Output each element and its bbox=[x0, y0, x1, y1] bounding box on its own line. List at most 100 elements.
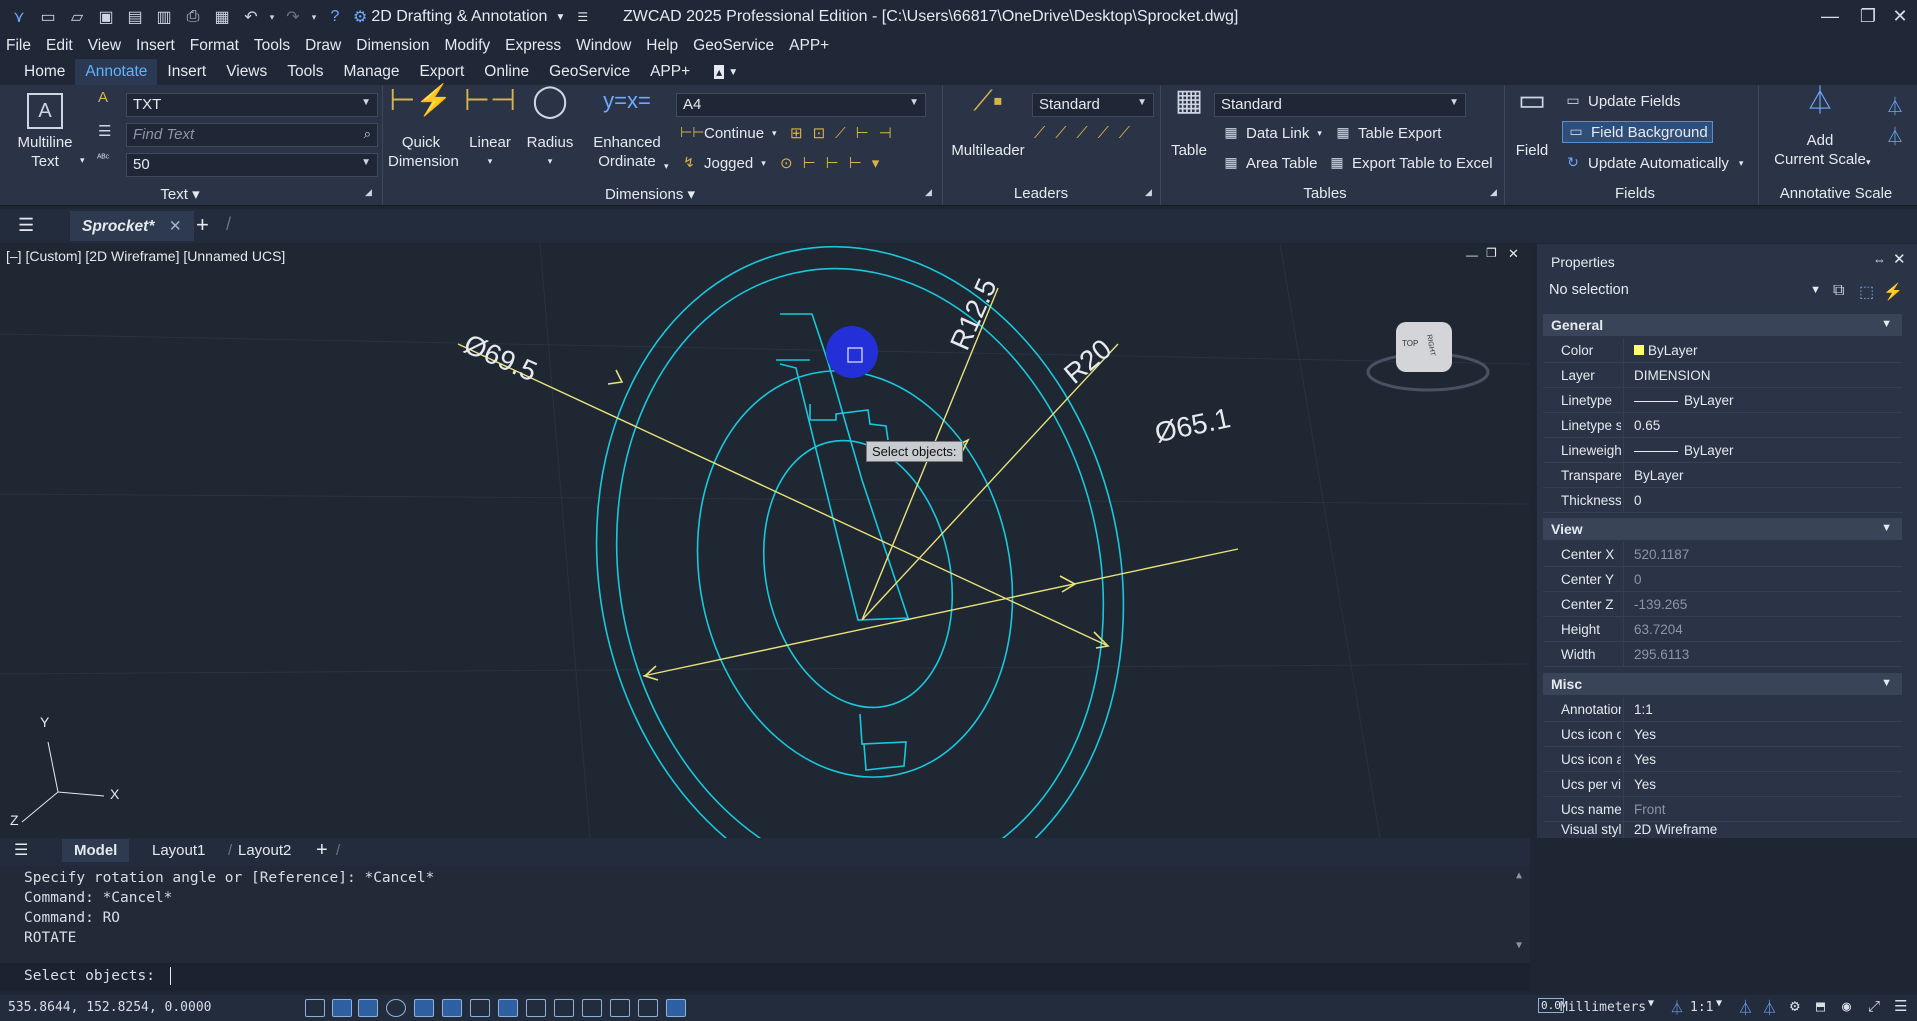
prop-row-color[interactable]: Color ByLayer bbox=[1543, 338, 1902, 363]
collapse-icon[interactable]: ▼ bbox=[1881, 677, 1892, 689]
selection-dropdown[interactable]: No selection ▼ bbox=[1545, 280, 1825, 304]
workspace-dropdown-icon[interactable]: ▼ bbox=[555, 12, 565, 23]
drawing-viewport[interactable]: [–] [Custom] [2D Wireframe] [Unnamed UCS… bbox=[0, 244, 1530, 838]
prop-value[interactable]: Yes bbox=[1623, 747, 1902, 771]
panel-launcher-icon[interactable]: ◢ bbox=[1490, 187, 1497, 198]
undo-dropdown-icon[interactable]: ▾ bbox=[267, 4, 277, 30]
leader-style-select[interactable]: Standard ▼ bbox=[1032, 93, 1154, 117]
table-button[interactable]: ▦ Table bbox=[1164, 86, 1214, 160]
prop-row-height[interactable]: Height 63.7204 bbox=[1543, 617, 1902, 642]
multileader-button[interactable]: ⟋▪ Multileader bbox=[946, 87, 1030, 160]
save-all-icon[interactable]: ▥ bbox=[151, 4, 177, 30]
tab-online[interactable]: Online bbox=[474, 59, 539, 85]
prop-row-lineweight[interactable]: Lineweight ByLayer bbox=[1543, 438, 1902, 463]
text-style-select[interactable]: TXT ▼ bbox=[126, 93, 378, 117]
find-text-input[interactable]: Find Text ⌕ bbox=[126, 123, 378, 147]
annotation-visibility-icon[interactable]: ⏃ bbox=[1738, 997, 1753, 1018]
dimstyle-select[interactable]: A4 ▼ bbox=[676, 93, 926, 117]
annotation-monitor-icon[interactable] bbox=[638, 999, 658, 1017]
prop-value[interactable]: 0 bbox=[1623, 488, 1902, 512]
isolate-objects-icon[interactable]: ◉ bbox=[1842, 997, 1851, 1015]
multiline-dropdown-icon[interactable]: ▾ bbox=[80, 155, 85, 166]
customize-status-icon[interactable] bbox=[666, 999, 686, 1017]
app-logo-icon[interactable]: ⋎ bbox=[6, 4, 32, 30]
table-export-button[interactable]: ▦ Table Export bbox=[1334, 124, 1441, 142]
panel-launcher-icon[interactable]: ◢ bbox=[365, 187, 372, 198]
menu-app-plus[interactable]: APP+ bbox=[789, 37, 829, 55]
auto-scale-icon[interactable]: ⏃ bbox=[1762, 997, 1777, 1018]
continue-button[interactable]: ⊢⊢ Continue ▾ bbox=[680, 124, 777, 142]
dimension-tools-row2[interactable]: ⊙⊢⊢⊢▾ bbox=[780, 154, 889, 172]
clean-screen-icon[interactable]: ⤢ bbox=[1868, 997, 1880, 1015]
command-input[interactable]: Select objects: bbox=[0, 963, 1530, 991]
units-selector[interactable]: Millimeters bbox=[1560, 1000, 1646, 1015]
prop-value[interactable]: 0.65 bbox=[1623, 413, 1902, 437]
auto-hide-icon[interactable]: ⇔ bbox=[1873, 252, 1886, 267]
update-automatically-button[interactable]: ↻ Update Automatically ▾ bbox=[1564, 154, 1743, 172]
prop-row-transparency[interactable]: Transparen... ByLayer bbox=[1543, 463, 1902, 488]
ribbon-minimize-dropdown-icon[interactable]: ▼ bbox=[728, 67, 738, 78]
tab-manage[interactable]: Manage bbox=[333, 59, 409, 85]
tab-model[interactable]: Model bbox=[62, 839, 130, 862]
tab-layout2[interactable]: Layout2 bbox=[238, 842, 291, 859]
toggle-pickadd-icon[interactable]: ⧉ bbox=[1833, 282, 1844, 300]
update-fields-button[interactable]: ▭ Update Fields bbox=[1564, 92, 1680, 110]
section-general[interactable]: General ▼ bbox=[1543, 314, 1902, 336]
prop-value[interactable]: ByLayer bbox=[1623, 463, 1902, 487]
prop-value[interactable]: 1:1 bbox=[1623, 697, 1902, 721]
chevron-down-icon[interactable]: ▼ bbox=[1716, 998, 1722, 1009]
tab-layout1[interactable]: Layout1 bbox=[152, 842, 205, 859]
tables-panel-title[interactable]: Tables bbox=[1290, 185, 1360, 202]
menu-insert[interactable]: Insert bbox=[136, 37, 175, 55]
prop-value[interactable]: ByLayer bbox=[1623, 388, 1902, 412]
prop-value[interactable]: Yes bbox=[1623, 772, 1902, 796]
annotative-scale-panel-title[interactable]: Annotative Scale bbox=[1776, 185, 1896, 202]
prop-row-linetype-scale[interactable]: Linetype sc... 0.65 bbox=[1543, 413, 1902, 438]
section-misc[interactable]: Misc ▼ bbox=[1543, 673, 1902, 695]
menu-format[interactable]: Format bbox=[190, 37, 239, 55]
menu-help[interactable]: Help bbox=[646, 37, 678, 55]
chevron-down-icon[interactable]: ▾ bbox=[462, 152, 518, 171]
print-icon[interactable]: ⎙ bbox=[180, 4, 206, 30]
undo-icon[interactable]: ↶ bbox=[238, 4, 264, 30]
prop-row-annotation-scale[interactable]: Annotation... 1:1 bbox=[1543, 697, 1902, 722]
prop-row-center-x[interactable]: Center X 520.1187 bbox=[1543, 542, 1902, 567]
export-excel-button[interactable]: ▦ Export Table to Excel bbox=[1328, 154, 1492, 172]
redo-icon[interactable]: ↷ bbox=[280, 4, 306, 30]
ortho-icon[interactable] bbox=[358, 999, 378, 1017]
tab-views[interactable]: Views bbox=[216, 59, 277, 85]
dimensions-panel-title[interactable]: Dimensions ▾ bbox=[600, 185, 700, 203]
menu-modify[interactable]: Modify bbox=[444, 37, 490, 55]
lock-ui-icon[interactable]: ⬒ bbox=[1816, 997, 1825, 1015]
workspace-settings-icon[interactable]: ⚙ bbox=[1790, 996, 1800, 1015]
layout-menu-icon[interactable]: ☰ bbox=[14, 840, 28, 860]
enhanced-dropdown-icon[interactable]: ▾ bbox=[664, 161, 669, 172]
quick-dimension-button[interactable]: ⊢⚡ Quick Dimension bbox=[388, 86, 459, 171]
menu-file[interactable]: File bbox=[6, 37, 31, 55]
menu-draw[interactable]: Draw bbox=[305, 37, 341, 55]
add-current-scale-button[interactable]: ⏃ Add Current Scale bbox=[1762, 87, 1878, 169]
tab-sprocket[interactable]: Sprocket* ✕ bbox=[70, 211, 194, 241]
save-as-icon[interactable]: ▤ bbox=[122, 4, 148, 30]
chevron-down-icon[interactable]: ▼ bbox=[1648, 998, 1654, 1009]
workspace-gear-icon[interactable]: ⚙ bbox=[353, 7, 367, 27]
scale-sync-icon[interactable]: ⏃ bbox=[1886, 123, 1904, 149]
close-tab-icon[interactable]: ✕ bbox=[169, 218, 182, 235]
prop-row-layer[interactable]: Layer DIMENSION bbox=[1543, 363, 1902, 388]
prop-row-visual-style[interactable]: Visual style 2D Wireframe bbox=[1543, 822, 1902, 838]
field-button[interactable]: ▭ Field bbox=[1508, 86, 1556, 160]
prop-value[interactable]: ByLayer bbox=[1623, 438, 1902, 462]
tab-export[interactable]: Export bbox=[409, 59, 474, 85]
chevron-down-icon[interactable]: ▾ bbox=[522, 152, 578, 171]
grid-icon[interactable] bbox=[305, 999, 325, 1017]
ribbon-minimize-icon[interactable]: ▴ bbox=[714, 65, 725, 79]
jogged-button[interactable]: ↯ Jogged ▾ bbox=[680, 154, 766, 172]
prop-value[interactable]: Yes bbox=[1623, 722, 1902, 746]
menu-window[interactable]: Window bbox=[576, 37, 631, 55]
help-icon[interactable]: ? bbox=[322, 4, 348, 30]
text-height-select[interactable]: 50 ▼ bbox=[126, 153, 378, 177]
selection-cycling-icon[interactable] bbox=[610, 999, 630, 1017]
scroll-down-icon[interactable]: ▼ bbox=[1516, 940, 1522, 951]
collapse-icon[interactable]: ▼ bbox=[1881, 522, 1892, 534]
radius-button[interactable]: ◯ Radius ▾ bbox=[522, 84, 578, 171]
